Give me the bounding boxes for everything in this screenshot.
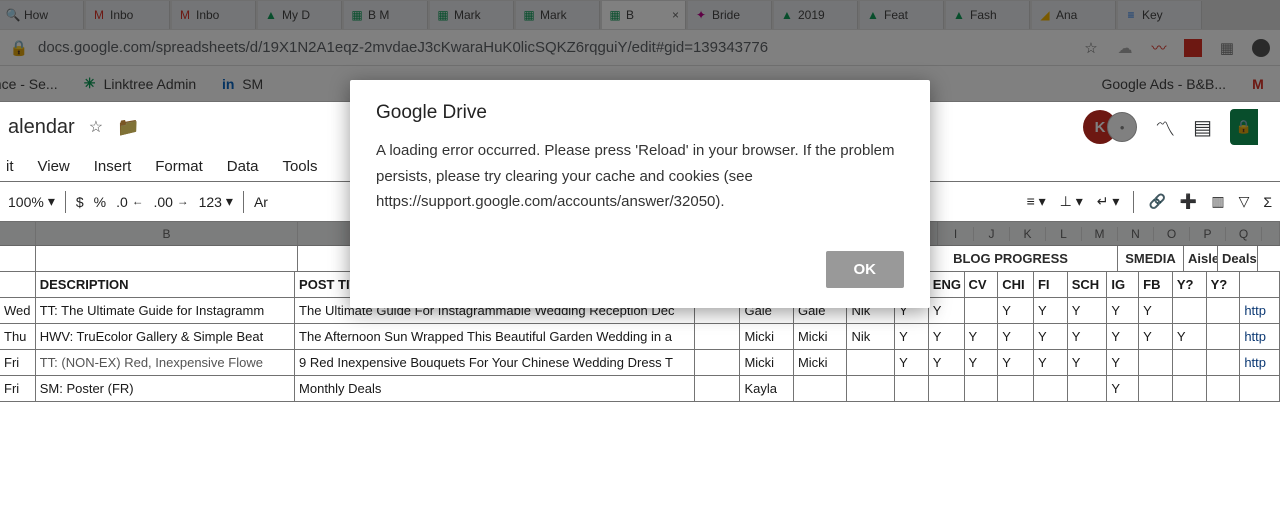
dialog-title: Google Drive — [376, 102, 904, 124]
ok-button[interactable]: OK — [826, 251, 905, 288]
dialog-body: A loading error occurred. Please press '… — [376, 138, 904, 215]
error-dialog: Google Drive A loading error occurred. P… — [350, 80, 930, 308]
modal-backdrop: Google Drive A loading error occurred. P… — [0, 0, 1280, 506]
